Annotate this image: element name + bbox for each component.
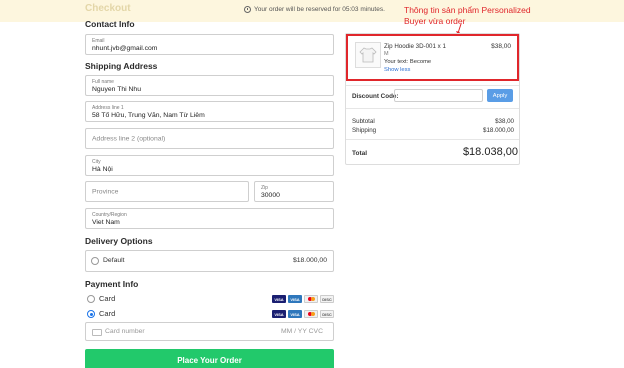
shipping-label: Shipping [352,127,377,134]
visa-blue-icon: VISA [288,310,302,318]
discover-icon: DISC [320,295,334,303]
apply-discount-button[interactable]: Apply [487,89,513,102]
clock-icon [244,6,251,13]
fullname-value: Nguyen Thi Nhu [92,86,141,93]
visa-blue-icon: VISA [288,295,302,303]
product-custom-text: Your text: Become [384,59,432,65]
product-name: Zip Hoodie 3D-001 x 1 [384,43,446,50]
visa-icon: VISA [272,295,286,303]
subtotal-row: Subtotal $38,00 [352,118,514,125]
province-field[interactable]: Province [85,181,249,202]
total-value: $18.038,00 [462,146,518,158]
payment-method-2[interactable]: Card VISA VISA DISC [85,308,334,321]
discount-code-label: Discount Code: [352,93,399,100]
timer-text: Your order will be reserved for 05:03 mi… [254,6,385,13]
shipping-value: $18.000,00 [483,127,514,134]
zip-value: 30000 [261,192,280,199]
country-label: Country/Region [92,212,127,218]
delivery-radio[interactable] [91,257,99,265]
city-label: City [92,159,101,165]
product-variant: M [384,51,389,57]
address-line1-label: Address line 1 [92,105,124,111]
delivery-option-price: $18.000,00 [292,257,327,264]
address-line1-value: 58 Tố Hữu, Trung Văn, Nam Từ Liêm [92,112,205,119]
product-thumbnail [355,42,381,68]
credit-card-icon [92,329,102,336]
fullname-field[interactable]: Full name Nguyen Thi Nhu [85,75,334,96]
country-value: Viet Nam [92,219,120,226]
payment-method-1-label: Card [99,294,116,303]
visa-icon: VISA [272,310,286,318]
zip-field[interactable]: Zip 30000 [254,181,334,202]
discover-icon: DISC [320,310,334,318]
mastercard-icon [304,310,318,318]
delivery-option-default[interactable]: Default $18.000,00 [85,250,334,272]
country-field[interactable]: Country/Region Viet Nam [85,208,334,229]
shipping-row: Shipping $18.000,00 [352,127,514,134]
card-number-placeholder: Card number [105,328,145,335]
province-placeholder: Province [92,188,119,195]
city-value: Hà Nội [92,166,113,173]
place-order-button[interactable]: Place Your Order [85,349,334,368]
summary-divider [346,139,519,140]
shipping-address-title: Shipping Address [85,61,158,71]
summary-divider [346,108,519,109]
payment-radio-2[interactable] [87,310,95,318]
reservation-timer: Your order will be reserved for 05:03 mi… [244,6,385,13]
mastercard-icon [304,295,318,303]
payment-method-1[interactable]: Card VISA VISA DISC [85,293,334,306]
card-brands-2: VISA VISA DISC [272,310,334,318]
subtotal-label: Subtotal [352,118,375,125]
address-line2-field[interactable]: Address line 2 (optional) [85,128,334,149]
checkout-page: Checkout Your order will be reserved for… [0,0,624,368]
summary-divider [346,85,519,86]
email-label: Email [92,38,105,44]
discount-code-input[interactable] [394,89,483,102]
email-value: nhunt.jvb@gmail.com [92,45,158,52]
address-line2-placeholder: Address line 2 (optional) [92,135,166,142]
show-less-link[interactable]: Show less [384,67,410,73]
subtotal-value: $38,00 [495,118,514,125]
product-item: Zip Hoodie 3D-001 x 1 M Your text: Becom… [346,34,519,81]
checkout-brand: Checkout [85,3,131,14]
email-field[interactable]: Email nhunt.jvb@gmail.com [85,34,334,55]
total-label: Total [352,150,368,157]
zip-label: Zip [261,185,268,191]
address-line1-field[interactable]: Address line 1 58 Tố Hữu, Trung Văn, Nam… [85,101,334,122]
annotation-text: Thông tin sản phẩm Personalized Buyer vừ… [404,5,531,26]
payment-radio-1[interactable] [87,295,95,303]
payment-info-title: Payment Info [85,279,139,289]
payment-method-2-label: Card [99,309,116,318]
hoodie-icon [359,47,377,63]
exp-cvc-placeholder: MM / YY CVC [280,328,323,335]
fullname-label: Full name [92,79,114,85]
delivery-option-label: Default [103,257,125,264]
delivery-options-title: Delivery Options [85,236,153,246]
contact-info-title: Contact Info [85,19,135,29]
city-field[interactable]: City Hà Nội [85,155,334,176]
product-price: $38,00 [491,43,511,50]
card-brands: VISA VISA DISC [272,295,334,303]
card-number-field[interactable]: Card number MM / YY CVC [85,322,334,341]
